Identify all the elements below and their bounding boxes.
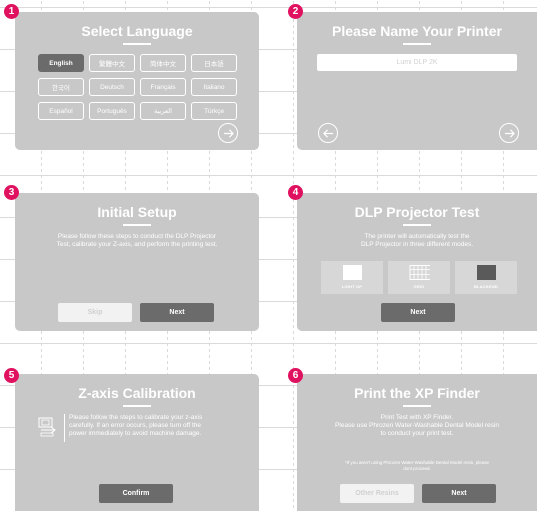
mode-label: BLACKEND (473, 284, 499, 289)
note-line: dont proceed. (403, 466, 431, 471)
instruction-line: The printer will automatically test the (364, 233, 470, 240)
language-option-turkish[interactable]: Türkçe (191, 102, 237, 120)
instruction-line: Test, calibrate your Z-axis, and perform… (56, 241, 218, 248)
calibration-icon (38, 417, 56, 437)
grid-swatch (409, 265, 430, 280)
next-button[interactable]: Next (140, 303, 214, 322)
xp-finder-instructions: Print Test with XP Finder. Please use Ph… (297, 414, 537, 438)
calibration-instructions: Please follow the steps to calibrate you… (69, 414, 202, 438)
language-option-korean[interactable]: 한국어 (38, 78, 84, 96)
title-underline (123, 43, 151, 45)
mode-light-up: LIGHT UP (321, 261, 383, 294)
next-button[interactable]: Next (422, 484, 496, 503)
confirm-button[interactable]: Confirm (99, 484, 173, 503)
language-option-traditional-chinese[interactable]: 繁體中文 (89, 54, 135, 72)
title-underline (403, 405, 431, 407)
language-option-japanese[interactable]: 日本語 (191, 54, 237, 72)
mode-blackend: BLACKEND (455, 261, 517, 294)
instruction-line: Please follow the steps to calibrate you… (69, 414, 203, 421)
instruction-line: carefully. If an error occurs, please tu… (69, 422, 201, 429)
step-badge-3: 3 (4, 185, 19, 200)
language-option-italian[interactable]: Italiano (191, 78, 237, 96)
arrow-left-icon (322, 128, 333, 138)
panel-title: Z-axis Calibration (78, 385, 196, 401)
mode-label: GRID (413, 284, 425, 289)
language-option-arabic[interactable]: العربية (140, 102, 186, 120)
arrow-right-icon (223, 128, 234, 138)
language-option-french[interactable]: Français (140, 78, 186, 96)
language-option-german[interactable]: Deutsch (89, 78, 135, 96)
next-arrow-button[interactable] (218, 123, 238, 143)
title-underline (123, 224, 151, 226)
initial-setup-panel: Initial Setup Please follow these steps … (15, 193, 259, 331)
name-printer-panel: Please Name Your Printer Lumi DLP 2K (297, 12, 537, 150)
step-badge-2: 2 (288, 4, 303, 19)
title-underline (123, 405, 151, 407)
language-option-spanish[interactable]: Español (38, 102, 84, 120)
step-badge-5: 5 (4, 368, 19, 383)
mode-grid: GRID (388, 261, 450, 294)
skip-button[interactable]: Skip (58, 303, 132, 322)
projector-test-instructions: The printer will automatically test the … (297, 233, 537, 249)
panel-title: Please Name Your Printer (332, 23, 502, 39)
instruction-line: power immediately to avoid machine damag… (69, 430, 202, 437)
select-language-panel: Select Language English 繁體中文 简体中文 日本語 한국… (15, 12, 259, 150)
divider (64, 414, 65, 442)
mode-label: LIGHT UP (341, 284, 363, 289)
language-grid: English 繁體中文 简体中文 日本語 한국어 Deutsch França… (38, 54, 237, 120)
language-option-english[interactable]: English (38, 54, 84, 72)
resin-warning-note: *If you aren't using Phrozen Water-Washa… (297, 460, 537, 472)
panel-title: Print the XP Finder (354, 385, 480, 401)
step-badge-6: 6 (288, 368, 303, 383)
panel-title: DLP Projector Test (354, 204, 480, 220)
instruction-line: Print Test with XP Finder. (380, 414, 454, 421)
blackend-swatch (476, 265, 496, 280)
panel-title: Initial Setup (97, 204, 177, 220)
title-underline (403, 224, 431, 226)
back-arrow-button[interactable] (318, 123, 338, 143)
title-underline (403, 43, 431, 45)
z-axis-calibration-panel: Z-axis Calibration Please follow the ste… (15, 374, 259, 511)
printer-name-input[interactable]: Lumi DLP 2K (317, 54, 517, 71)
arrow-right-icon (504, 128, 515, 138)
setup-instructions: Please follow these steps to conduct the… (15, 233, 259, 249)
dlp-projector-test-panel: DLP Projector Test The printer will auto… (297, 193, 537, 331)
step-badge-4: 4 (288, 185, 303, 200)
instruction-line: Please follow these steps to conduct the… (57, 233, 217, 240)
instruction-line: to conduct your print test. (380, 430, 454, 437)
instruction-line: Please use Phrozen Water-Washable Dental… (335, 422, 499, 429)
next-button[interactable]: Next (381, 303, 455, 322)
language-option-simplified-chinese[interactable]: 简体中文 (140, 54, 186, 72)
step-badge-1: 1 (4, 4, 19, 19)
other-resins-button[interactable]: Other Resins (340, 484, 414, 503)
print-xp-finder-panel: Print the XP Finder Print Test with XP F… (297, 374, 537, 511)
panel-title: Select Language (81, 23, 193, 39)
language-option-portuguese[interactable]: Português (89, 102, 135, 120)
next-arrow-button[interactable] (499, 123, 519, 143)
light-up-swatch (342, 265, 362, 280)
instruction-line: DLP Projector in three different modes. (360, 241, 474, 248)
